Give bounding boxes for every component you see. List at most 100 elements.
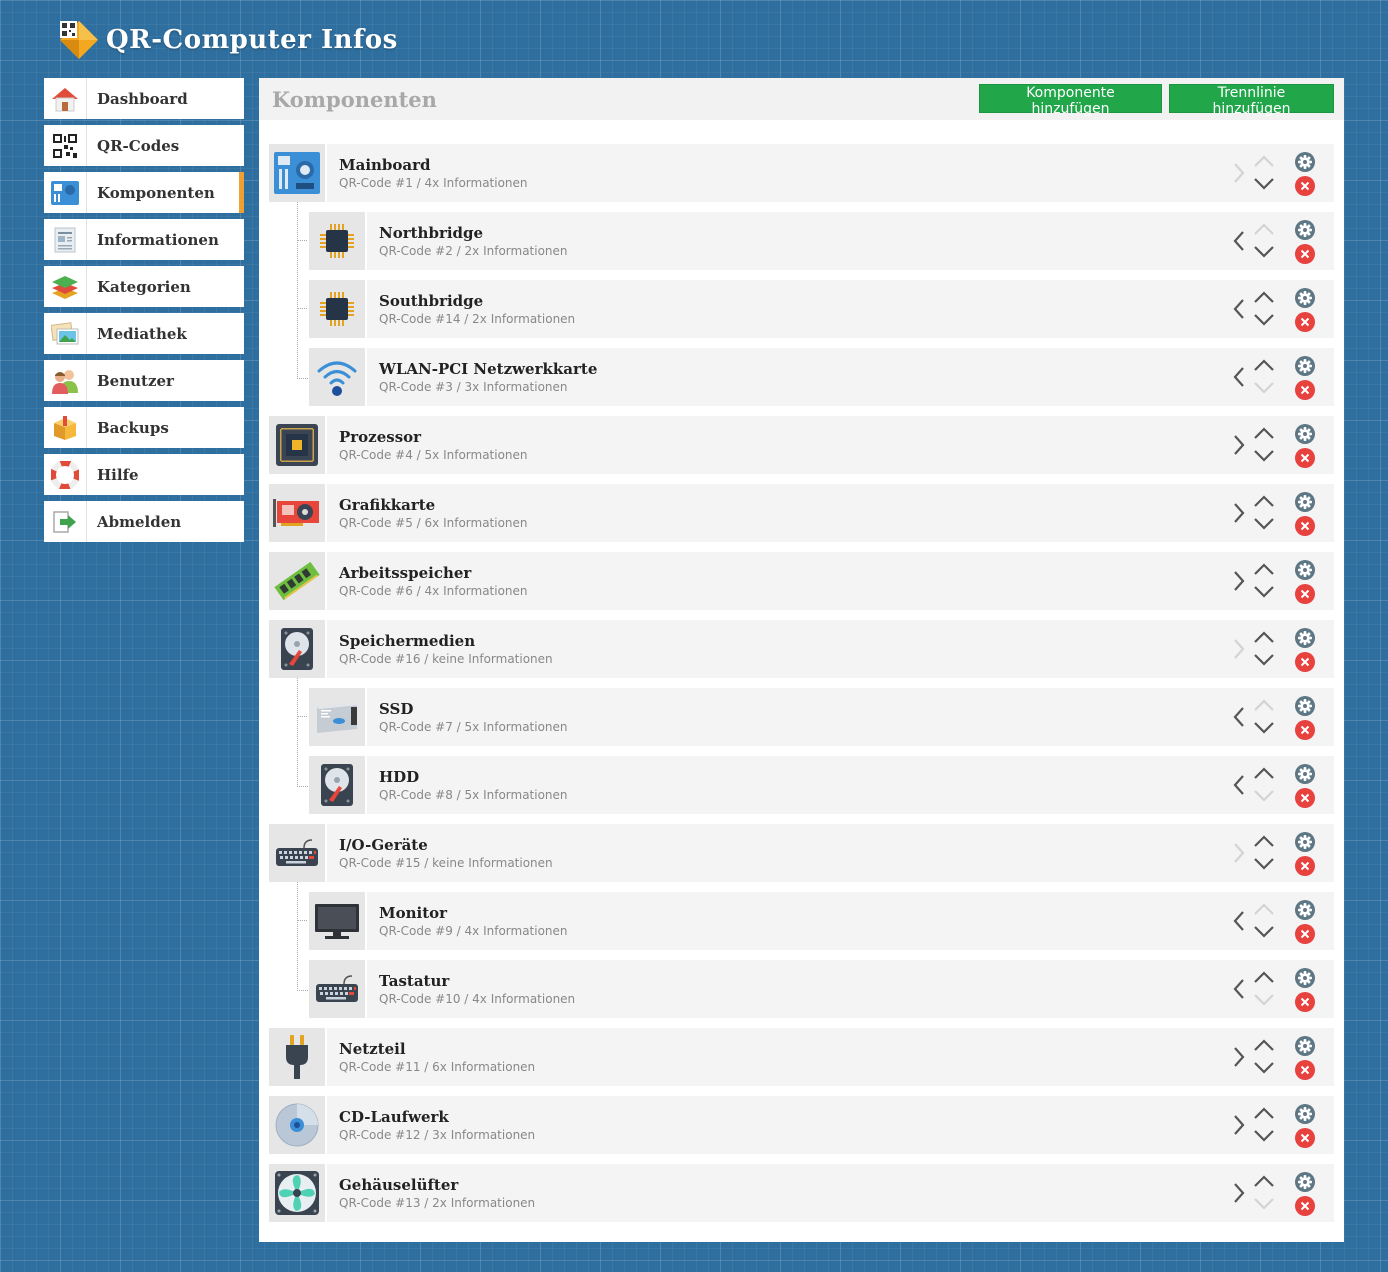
sidebar-item-backups[interactable]: Backups xyxy=(44,407,244,448)
move-down-chevron-icon[interactable] xyxy=(1253,582,1275,602)
move-down-chevron-icon[interactable] xyxy=(1253,378,1275,398)
delete-icon[interactable] xyxy=(1295,788,1315,808)
indent-chevron-right-icon[interactable] xyxy=(1229,569,1249,593)
move-down-chevron-icon[interactable] xyxy=(1253,242,1275,262)
outdent-chevron-left-icon[interactable] xyxy=(1229,297,1249,321)
move-down-chevron-icon[interactable] xyxy=(1253,1058,1275,1078)
move-down-chevron-icon[interactable] xyxy=(1253,1194,1275,1214)
indent-chevron-right-icon[interactable] xyxy=(1229,161,1249,185)
settings-gear-icon[interactable] xyxy=(1295,356,1315,376)
component-row[interactable]: Gehäuselüfter QR-Code #13 / 2x Informatio… xyxy=(269,1164,1334,1222)
component-row[interactable]: Mainboard QR-Code #1 / 4x Informationen xyxy=(269,144,1334,202)
settings-gear-icon[interactable] xyxy=(1295,560,1315,580)
sidebar-item-kategorien[interactable]: Kategorien xyxy=(44,266,244,307)
move-down-chevron-icon[interactable] xyxy=(1253,854,1275,874)
move-up-chevron-icon[interactable] xyxy=(1253,831,1275,851)
delete-icon[interactable] xyxy=(1295,380,1315,400)
component-name[interactable]: Monitor xyxy=(379,903,1334,923)
delete-icon[interactable] xyxy=(1295,448,1315,468)
component-name[interactable]: Northbridge xyxy=(379,223,1334,243)
component-row[interactable]: HDD QR-Code #8 / 5x Informationen xyxy=(309,756,1334,814)
component-name[interactable]: Southbridge xyxy=(379,291,1334,311)
settings-gear-icon[interactable] xyxy=(1295,492,1315,512)
indent-chevron-right-icon[interactable] xyxy=(1229,1113,1249,1137)
move-up-chevron-icon[interactable] xyxy=(1253,899,1275,919)
delete-icon[interactable] xyxy=(1295,516,1315,536)
delete-icon[interactable] xyxy=(1295,1196,1315,1216)
delete-icon[interactable] xyxy=(1295,924,1315,944)
delete-icon[interactable] xyxy=(1295,1128,1315,1148)
component-row[interactable]: Tastatur QR-Code #10 / 4x Informationen xyxy=(309,960,1334,1018)
sidebar-item-mediathek[interactable]: Mediathek xyxy=(44,313,244,354)
outdent-chevron-left-icon[interactable] xyxy=(1229,705,1249,729)
indent-chevron-right-icon[interactable] xyxy=(1229,1045,1249,1069)
move-up-chevron-icon[interactable] xyxy=(1253,355,1275,375)
move-down-chevron-icon[interactable] xyxy=(1253,446,1275,466)
move-up-chevron-icon[interactable] xyxy=(1253,151,1275,171)
move-down-chevron-icon[interactable] xyxy=(1253,310,1275,330)
delete-icon[interactable] xyxy=(1295,244,1315,264)
component-name[interactable]: Mainboard xyxy=(339,155,1334,175)
sidebar-item-dashboard[interactable]: Dashboard xyxy=(44,78,244,119)
settings-gear-icon[interactable] xyxy=(1295,900,1315,920)
sidebar-item-komponenten[interactable]: Komponenten xyxy=(44,172,244,213)
move-up-chevron-icon[interactable] xyxy=(1253,219,1275,239)
component-name[interactable]: CD-Laufwerk xyxy=(339,1107,1334,1127)
move-up-chevron-icon[interactable] xyxy=(1253,559,1275,579)
move-down-chevron-icon[interactable] xyxy=(1253,990,1275,1010)
delete-icon[interactable] xyxy=(1295,720,1315,740)
settings-gear-icon[interactable] xyxy=(1295,220,1315,240)
move-up-chevron-icon[interactable] xyxy=(1253,1103,1275,1123)
settings-gear-icon[interactable] xyxy=(1295,628,1315,648)
outdent-chevron-left-icon[interactable] xyxy=(1229,773,1249,797)
component-row[interactable]: I/O-Geräte QR-Code #15 / keine Informatio… xyxy=(269,824,1334,882)
move-up-chevron-icon[interactable] xyxy=(1253,695,1275,715)
component-row[interactable]: Northbridge QR-Code #2 / 2x Informationen xyxy=(309,212,1334,270)
move-down-chevron-icon[interactable] xyxy=(1253,786,1275,806)
settings-gear-icon[interactable] xyxy=(1295,696,1315,716)
component-row[interactable]: CD-Laufwerk QR-Code #12 / 3x Informatione… xyxy=(269,1096,1334,1154)
settings-gear-icon[interactable] xyxy=(1295,1172,1315,1192)
settings-gear-icon[interactable] xyxy=(1295,288,1315,308)
indent-chevron-right-icon[interactable] xyxy=(1229,433,1249,457)
move-up-chevron-icon[interactable] xyxy=(1253,627,1275,647)
component-name[interactable]: Speichermedien xyxy=(339,631,1334,651)
component-row[interactable]: Arbeitsspeicher QR-Code #6 / 4x Informati… xyxy=(269,552,1334,610)
outdent-chevron-left-icon[interactable] xyxy=(1229,365,1249,389)
delete-icon[interactable] xyxy=(1295,176,1315,196)
settings-gear-icon[interactable] xyxy=(1295,152,1315,172)
sidebar-item-hilfe[interactable]: Hilfe xyxy=(44,454,244,495)
move-up-chevron-icon[interactable] xyxy=(1253,967,1275,987)
component-name[interactable]: SSD xyxy=(379,699,1334,719)
component-name[interactable]: WLAN-PCI Netzwerkkarte xyxy=(379,359,1334,379)
delete-icon[interactable] xyxy=(1295,652,1315,672)
settings-gear-icon[interactable] xyxy=(1295,764,1315,784)
outdent-chevron-left-icon[interactable] xyxy=(1229,909,1249,933)
component-name[interactable]: Prozessor xyxy=(339,427,1334,447)
component-name[interactable]: Tastatur xyxy=(379,971,1334,991)
add-component-button[interactable]: Komponente hinzufügen xyxy=(979,84,1162,117)
move-up-chevron-icon[interactable] xyxy=(1253,287,1275,307)
delete-icon[interactable] xyxy=(1295,992,1315,1012)
delete-icon[interactable] xyxy=(1295,312,1315,332)
move-up-chevron-icon[interactable] xyxy=(1253,1035,1275,1055)
indent-chevron-right-icon[interactable] xyxy=(1229,501,1249,525)
outdent-chevron-left-icon[interactable] xyxy=(1229,977,1249,1001)
settings-gear-icon[interactable] xyxy=(1295,1036,1315,1056)
move-up-chevron-icon[interactable] xyxy=(1253,763,1275,783)
component-name[interactable]: Arbeitsspeicher xyxy=(339,563,1334,583)
move-down-chevron-icon[interactable] xyxy=(1253,514,1275,534)
indent-chevron-right-icon[interactable] xyxy=(1229,1181,1249,1205)
outdent-chevron-left-icon[interactable] xyxy=(1229,229,1249,253)
move-up-chevron-icon[interactable] xyxy=(1253,423,1275,443)
component-row[interactable]: Monitor QR-Code #9 / 4x Informationen xyxy=(309,892,1334,950)
component-row[interactable]: SSD QR-Code #7 / 5x Informationen xyxy=(309,688,1334,746)
delete-icon[interactable] xyxy=(1295,584,1315,604)
move-down-chevron-icon[interactable] xyxy=(1253,650,1275,670)
settings-gear-icon[interactable] xyxy=(1295,424,1315,444)
sidebar-item-abmelden[interactable]: Abmelden xyxy=(44,501,244,542)
component-row[interactable]: Speichermedien QR-Code #16 / keine Inform… xyxy=(269,620,1334,678)
settings-gear-icon[interactable] xyxy=(1295,1104,1315,1124)
sidebar-item-benutzer[interactable]: Benutzer xyxy=(44,360,244,401)
delete-icon[interactable] xyxy=(1295,856,1315,876)
